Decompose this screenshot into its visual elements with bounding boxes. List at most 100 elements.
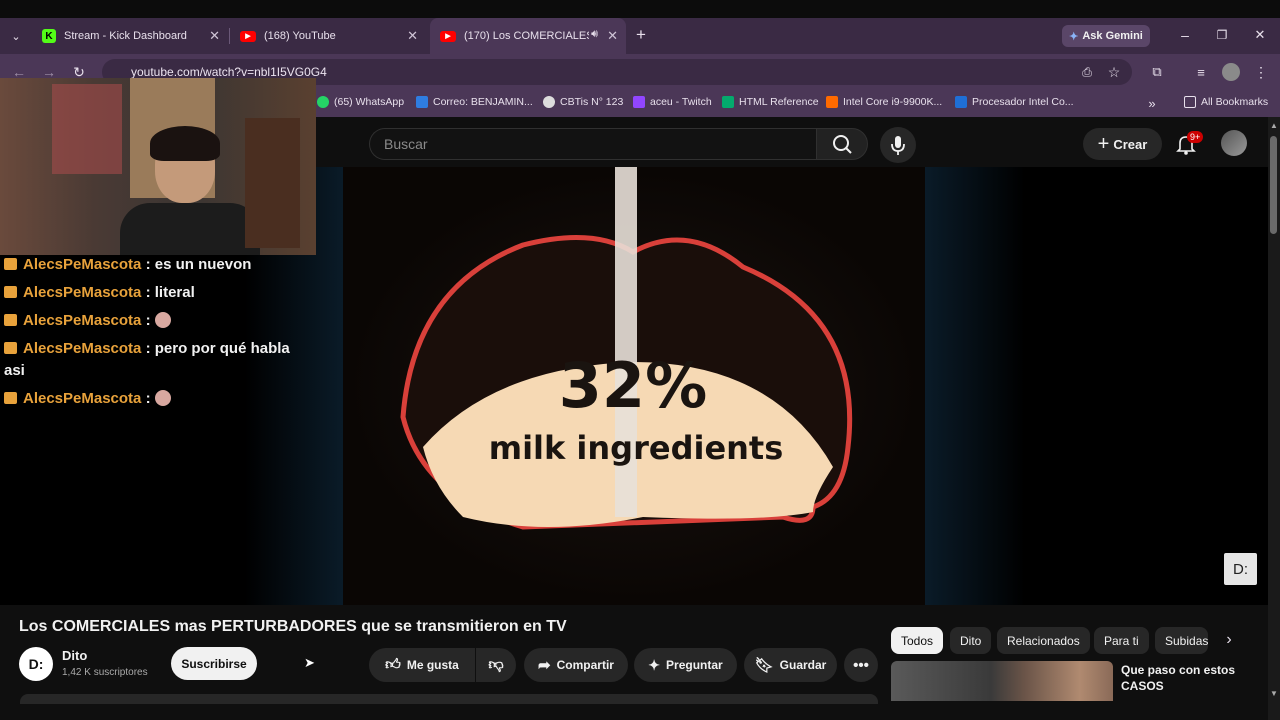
- tab-title: (170) Los COMERCIALES m: [464, 30, 589, 42]
- search-placeholder: Buscar: [384, 136, 428, 152]
- bookmark-whatsapp[interactable]: (65) WhatsApp: [317, 96, 404, 108]
- bookmark-label: Procesador Intel Co...: [972, 96, 1074, 108]
- chip-todos[interactable]: Todos: [891, 627, 944, 654]
- video-frame[interactable]: 32% milk ingredients: [343, 167, 925, 605]
- chevron-right-icon[interactable]: ›: [1219, 630, 1239, 650]
- youtube-icon: ▶: [240, 30, 256, 42]
- tab-title: Stream - Kick Dashboard: [64, 30, 187, 42]
- thumbs-up-icon: 👍︎: [385, 656, 401, 673]
- more-bookmarks-icon[interactable]: »: [1144, 95, 1160, 111]
- window-top-strip: [0, 0, 1280, 18]
- streamer-hair: [150, 126, 220, 161]
- w3schools-icon: [722, 96, 734, 108]
- tab-video-active[interactable]: ▶ (170) Los COMERCIALES m 🔊︎ ✕: [430, 18, 626, 54]
- ask-button[interactable]: ✦ Preguntar: [634, 648, 737, 682]
- close-tab-icon[interactable]: ✕: [607, 28, 618, 44]
- twitch-icon: [633, 96, 645, 108]
- share-button[interactable]: ➦ Compartir: [524, 648, 628, 682]
- kick-icon: K: [42, 29, 56, 43]
- crown-icon: [4, 392, 17, 404]
- tab-search-chevron-icon[interactable]: ⌄: [6, 26, 26, 46]
- voice-search-button[interactable]: [880, 127, 916, 163]
- chat-message: AlecsPeMascota : es un nuevon: [4, 254, 300, 276]
- bookmark-twitch[interactable]: aceu - Twitch: [633, 96, 712, 108]
- chat-message: AlecsPeMascota : literal: [4, 282, 300, 304]
- extensions-icon[interactable]: ⧉: [1148, 63, 1166, 81]
- recommendation-thumbnail[interactable]: [891, 661, 1113, 701]
- dislike-button[interactable]: 👎︎: [476, 648, 516, 682]
- tab-bar: ⌄ K Stream - Kick Dashboard ✕ ▶ (168) Yo…: [0, 18, 1280, 54]
- tab-youtube[interactable]: ▶ (168) YouTube ✕: [230, 18, 426, 54]
- close-tab-icon[interactable]: ✕: [407, 28, 418, 44]
- chat-text: :: [145, 390, 151, 407]
- bookmark-label: aceu - Twitch: [650, 96, 712, 108]
- chat-username: AlecsPeMascota: [23, 390, 142, 407]
- recommendation-title-line: CASOS: [1121, 679, 1164, 693]
- more-actions-button[interactable]: •••: [844, 648, 878, 682]
- ask-gemini-button[interactable]: ✦ Ask Gemini: [1062, 25, 1150, 47]
- speaker-icon[interactable]: 🔊︎: [591, 28, 598, 41]
- chip-para-ti[interactable]: Para ti: [1094, 627, 1149, 654]
- search-input[interactable]: Buscar: [369, 128, 816, 160]
- bookmark-cbtis[interactable]: CBTis N° 123: [543, 96, 623, 108]
- chat-text: : literal: [145, 284, 195, 301]
- restore-icon[interactable]: ❐: [1213, 26, 1231, 44]
- like-label: Me gusta: [406, 658, 459, 672]
- media-control-icon[interactable]: ≡: [1192, 63, 1210, 81]
- create-label: Crear: [1113, 136, 1148, 152]
- close-window-icon[interactable]: ✕: [1251, 26, 1269, 44]
- scroll-down-icon[interactable]: ▼: [1268, 688, 1280, 698]
- ask-label: Preguntar: [666, 658, 723, 672]
- sparkle-icon: ✦: [648, 656, 661, 673]
- search-button[interactable]: [816, 128, 868, 160]
- scrollbar-thumb[interactable]: [1270, 136, 1277, 234]
- tab-kick[interactable]: K Stream - Kick Dashboard ✕: [32, 18, 228, 54]
- crown-icon: [4, 258, 17, 270]
- webcam-overlay: [0, 78, 316, 255]
- bookmark-correo[interactable]: Correo: BENJAMIN...: [416, 96, 533, 108]
- bookmark-html-reference[interactable]: HTML Reference: [722, 96, 819, 108]
- mouse-cursor-icon: ➤: [304, 655, 315, 670]
- crown-icon: [4, 314, 17, 326]
- overlay-d-button[interactable]: D:: [1224, 553, 1257, 585]
- install-app-icon[interactable]: ⎙: [1078, 63, 1096, 81]
- profile-avatar[interactable]: [1222, 63, 1240, 81]
- bookmark-intel-core[interactable]: Intel Core i9-9900K...: [826, 96, 942, 108]
- subscribe-button[interactable]: Suscribirse: [171, 647, 257, 680]
- bookmark-label: Correo: BENJAMIN...: [433, 96, 533, 108]
- scroll-up-icon[interactable]: ▲: [1268, 120, 1280, 130]
- channel-name[interactable]: Dito: [62, 648, 87, 663]
- minimize-icon[interactable]: –: [1176, 26, 1194, 44]
- share-icon: ➦: [538, 657, 551, 674]
- doc-icon: [955, 96, 967, 108]
- all-bookmarks-label: All Bookmarks: [1201, 96, 1269, 108]
- chip-subidas[interactable]: Subidas: [1155, 627, 1208, 654]
- microphone-icon: [891, 136, 905, 155]
- save-label: Guardar: [779, 658, 827, 672]
- mail-icon: [416, 96, 428, 108]
- account-avatar[interactable]: [1221, 130, 1247, 156]
- create-button[interactable]: + Crear: [1083, 128, 1162, 160]
- all-bookmarks[interactable]: All Bookmarks: [1184, 96, 1268, 108]
- channel-avatar[interactable]: D:: [19, 647, 53, 681]
- menu-kebab-icon[interactable]: ⋮: [1252, 63, 1270, 81]
- recommendation-title[interactable]: Que paso con estos CASOS: [1121, 662, 1261, 700]
- amazon-icon: [826, 96, 838, 108]
- description-box[interactable]: [20, 694, 878, 704]
- bookmark-procesador-intel[interactable]: Procesador Intel Co...: [955, 96, 1074, 108]
- search-icon: [833, 135, 852, 154]
- more-horizontal-icon: •••: [853, 656, 869, 674]
- save-button[interactable]: 🔖︎ Guardar: [744, 648, 837, 682]
- chat-username: AlecsPeMascota: [23, 312, 142, 329]
- like-button[interactable]: 👍︎ Me gusta: [369, 648, 475, 682]
- chat-text: :: [145, 312, 151, 329]
- bookmark-icon: 🔖︎: [754, 657, 774, 674]
- bookmark-star-icon[interactable]: ☆: [1105, 63, 1123, 81]
- emote-icon: [154, 390, 171, 406]
- bookmark-label: Intel Core i9-9900K...: [843, 96, 943, 108]
- close-tab-icon[interactable]: ✕: [209, 28, 220, 44]
- new-tab-icon[interactable]: +: [632, 25, 650, 44]
- chip-dito[interactable]: Dito: [950, 627, 992, 654]
- thumbs-down-icon: 👎︎: [488, 656, 504, 673]
- chip-relacionados[interactable]: Relacionados: [997, 627, 1090, 654]
